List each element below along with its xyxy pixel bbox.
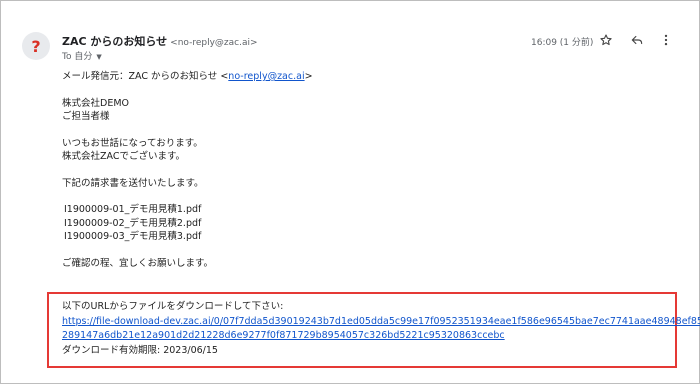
download-section: 以下のURLからファイルをダウンロードして下さい: https://file-d…: [62, 300, 700, 358]
sender-name[interactable]: ZAC からのお知らせ: [62, 35, 167, 48]
sender-info-prefix: メール発信元：ZAC からのお知らせ <: [62, 71, 229, 82]
closing-line: ご確認の程、宜しくお願いします。: [62, 257, 214, 269]
star-icon[interactable]: [597, 31, 615, 49]
download-url-link[interactable]: https://file-download-dev.zac.ai/0/07f7d…: [62, 316, 700, 327]
attachment-name: I1900009-02_デモ用見積2.pdf: [64, 217, 202, 229]
message-time: 16:09 (1 分前): [531, 38, 594, 48]
sender-avatar: ?: [22, 32, 50, 60]
sender-email-link[interactable]: no-reply@zac.ai: [228, 71, 304, 82]
reply-icon[interactable]: [628, 31, 646, 49]
recipient-dropdown[interactable]: To 自分 ▼: [62, 49, 102, 62]
attachment-name: I1900009-03_デモ用見積3.pdf: [64, 231, 202, 242]
avatar-glyph: ?: [31, 36, 41, 56]
sender-line: ZAC からのお知らせ <no-reply@zac.ai>: [62, 33, 258, 49]
more-vert-icon[interactable]: [657, 31, 675, 49]
sender-info-suffix: >: [304, 71, 313, 82]
download-url-link[interactable]: 289147a6db21e12a901d2d21228d6e9277f0f871…: [62, 330, 505, 341]
download-expiry: ダウンロード有効期限: 2023/06/15: [62, 344, 218, 356]
email-body: メール発信元：ZAC からのお知らせ <no-reply@zac.ai> 株式会…: [62, 70, 313, 270]
download-instruction: 以下のURLからファイルをダウンロードして下さい:: [62, 301, 284, 312]
recipient-name: ご担当者様: [62, 111, 110, 122]
intro-line: 下記の請求書を送付いたします。: [62, 177, 204, 189]
attachment-name: I1900009-01_デモ用見積1.pdf: [64, 204, 202, 215]
greeting-line-2: 株式会社ZACでございます。: [62, 151, 186, 162]
sender-info-line: メール発信元：ZAC からのお知らせ <no-reply@zac.ai>: [62, 70, 313, 84]
to-label: To 自分: [62, 52, 93, 62]
greeting-line-1: いつもお世話になっております。: [62, 137, 203, 149]
chevron-down-icon[interactable]: ▼: [96, 53, 101, 61]
sender-email: <no-reply@zac.ai>: [170, 38, 258, 48]
company-name: 株式会社DEMO: [62, 97, 129, 109]
